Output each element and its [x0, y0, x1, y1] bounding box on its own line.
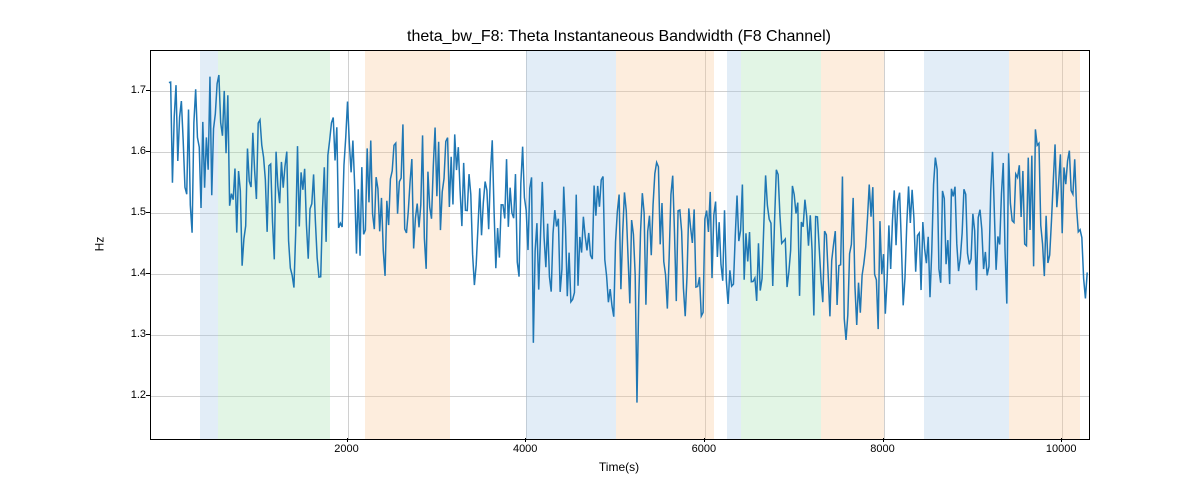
y-tick-mark [146, 90, 150, 91]
x-tick-label: 4000 [513, 443, 537, 455]
x-tick-mark [347, 438, 348, 442]
x-tick-mark [1061, 438, 1062, 442]
y-tick-mark [146, 151, 150, 152]
y-tick-mark [146, 273, 150, 274]
y-tick-label: 1.3 [106, 328, 146, 340]
y-tick-label: 1.5 [106, 206, 146, 218]
y-axis-label: Hz [92, 50, 107, 438]
x-tick-label: 6000 [692, 443, 716, 455]
y-tick-label: 1.6 [106, 145, 146, 157]
x-tick-mark [883, 438, 884, 442]
line-series [151, 51, 1089, 439]
x-tick-mark [525, 438, 526, 442]
x-tick-label: 2000 [334, 443, 358, 455]
plot-area [150, 50, 1090, 440]
y-tick-label: 1.7 [106, 84, 146, 96]
y-tick-mark [146, 395, 150, 396]
y-tick-mark [146, 334, 150, 335]
y-tick-label: 1.2 [106, 389, 146, 401]
chart-title: theta_bw_F8: Theta Instantaneous Bandwid… [150, 28, 1088, 46]
x-tick-label: 10000 [1046, 443, 1077, 455]
x-axis-label: Time(s) [150, 460, 1088, 474]
y-tick-mark [146, 212, 150, 213]
x-tick-mark [704, 438, 705, 442]
y-tick-label: 1.4 [106, 267, 146, 279]
x-tick-label: 8000 [870, 443, 894, 455]
